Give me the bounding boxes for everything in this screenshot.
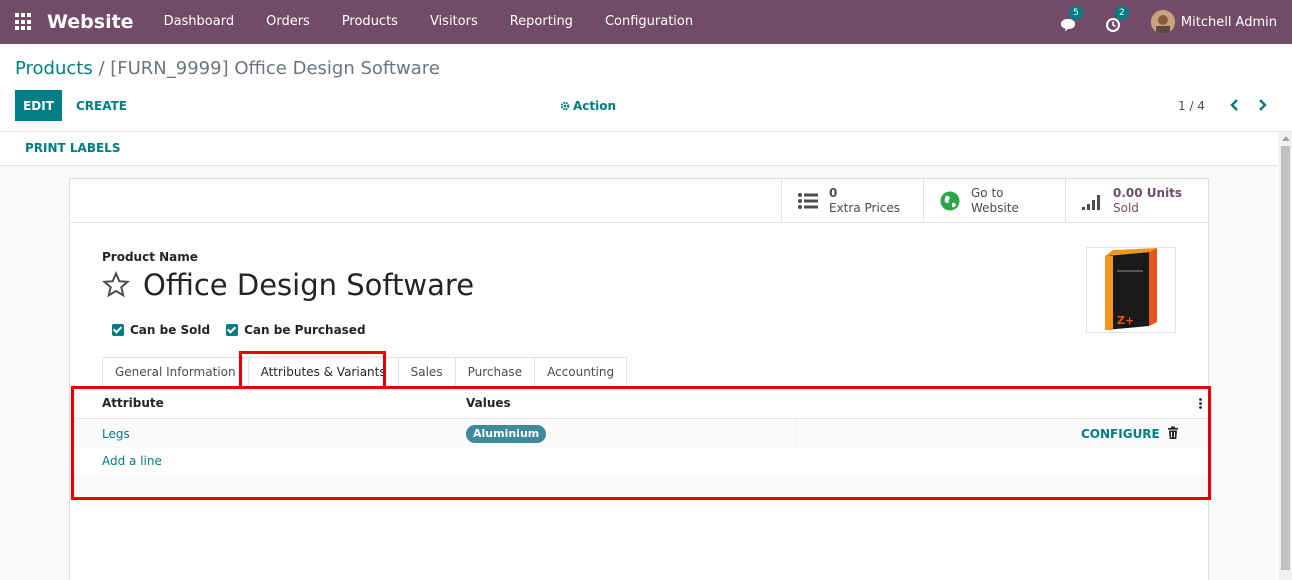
globe-icon: [940, 191, 960, 211]
menu-orders[interactable]: Orders: [250, 0, 326, 44]
smart-button-box: 0 Extra Prices Go to Website 0.00 Units …: [70, 179, 1208, 223]
extra-prices-label: Extra Prices: [829, 201, 901, 215]
product-name-label: Product Name: [102, 250, 198, 264]
pager-next-icon[interactable]: [1253, 96, 1271, 114]
list-icon: [798, 193, 818, 209]
can-be-sold-label[interactable]: Can be Sold: [130, 323, 210, 337]
tab-general-information[interactable]: General Information: [102, 357, 248, 387]
signal-bars-icon: [1082, 195, 1100, 210]
svg-text:Z+: Z+: [1117, 314, 1134, 327]
highlight-box-table: [71, 386, 1211, 500]
breadcrumb-products-link[interactable]: Products: [15, 58, 93, 79]
create-button[interactable]: CREATE: [76, 90, 127, 121]
scroll-up-arrow-icon[interactable]: [1282, 136, 1290, 141]
action-label: Action: [573, 98, 617, 113]
menu-dashboard[interactable]: Dashboard: [148, 0, 251, 44]
go-to-website-button[interactable]: Go to Website: [923, 179, 1065, 223]
messaging-button[interactable]: 5: [1059, 6, 1083, 32]
edit-button[interactable]: EDIT: [15, 90, 62, 121]
tab-sales[interactable]: Sales: [397, 357, 455, 387]
units-sold-label: Sold: [1113, 201, 1139, 215]
product-name-field[interactable]: Office Design Software: [143, 268, 474, 302]
chat-badge: 5: [1068, 6, 1083, 20]
menu-configuration[interactable]: Configuration: [589, 0, 709, 44]
breadcrumb-current: [FURN_9999] Office Design Software: [110, 58, 440, 79]
units-sold-value: 0.00 Units: [1113, 186, 1183, 200]
extra-prices-button[interactable]: 0 Extra Prices: [781, 179, 923, 223]
breadcrumb: Products / [FURN_9999] Office Design Sof…: [15, 58, 440, 79]
tab-purchase[interactable]: Purchase: [454, 357, 535, 387]
top-navbar: Website Dashboard Orders Products Visito…: [0, 0, 1292, 44]
user-avatar[interactable]: [1150, 10, 1175, 34]
highlight-box-tab: [239, 351, 386, 389]
menu-visitors[interactable]: Visitors: [414, 0, 494, 44]
action-menu-button[interactable]: Action: [560, 90, 616, 121]
checkbox-group: Can be Sold Can be Purchased: [112, 323, 382, 337]
can-be-purchased-checkbox[interactable]: [226, 324, 239, 336]
breadcrumb-separator: /: [92, 58, 111, 79]
activity-badge: 2: [1114, 6, 1129, 20]
gear-icon: [560, 101, 570, 110]
vertical-scrollbar[interactable]: [1279, 132, 1292, 580]
website-line1: Go to: [971, 186, 1004, 200]
app-brand[interactable]: Website: [47, 11, 134, 33]
favorite-star-icon[interactable]: [102, 271, 130, 299]
software-box-image: Z+: [1105, 248, 1157, 330]
tab-accounting[interactable]: Accounting: [534, 357, 628, 387]
can-be-purchased-label[interactable]: Can be Purchased: [244, 323, 365, 337]
apps-menu-icon[interactable]: [15, 13, 33, 31]
units-sold-button[interactable]: 0.00 Units Sold: [1065, 179, 1208, 223]
activity-button[interactable]: 2: [1105, 6, 1129, 32]
pager-value[interactable]: 1 / 4: [1178, 90, 1205, 121]
pager-previous-icon[interactable]: [1226, 96, 1244, 114]
user-name[interactable]: Mitchell Admin: [1181, 15, 1277, 30]
menu-products[interactable]: Products: [326, 0, 414, 44]
can-be-sold-checkbox[interactable]: [112, 324, 124, 336]
menu-reporting[interactable]: Reporting: [494, 0, 589, 44]
print-labels-button[interactable]: PRINT LABELS: [25, 141, 120, 155]
website-line2: Website: [971, 201, 1019, 215]
scroll-thumb[interactable]: [1281, 146, 1290, 570]
extra-prices-count: 0: [829, 186, 838, 200]
product-image[interactable]: Z+: [1086, 247, 1176, 333]
control-panel: Products / [FURN_9999] Office Design Sof…: [0, 44, 1292, 132]
form-statusbar: PRINT LABELS: [0, 132, 1278, 166]
